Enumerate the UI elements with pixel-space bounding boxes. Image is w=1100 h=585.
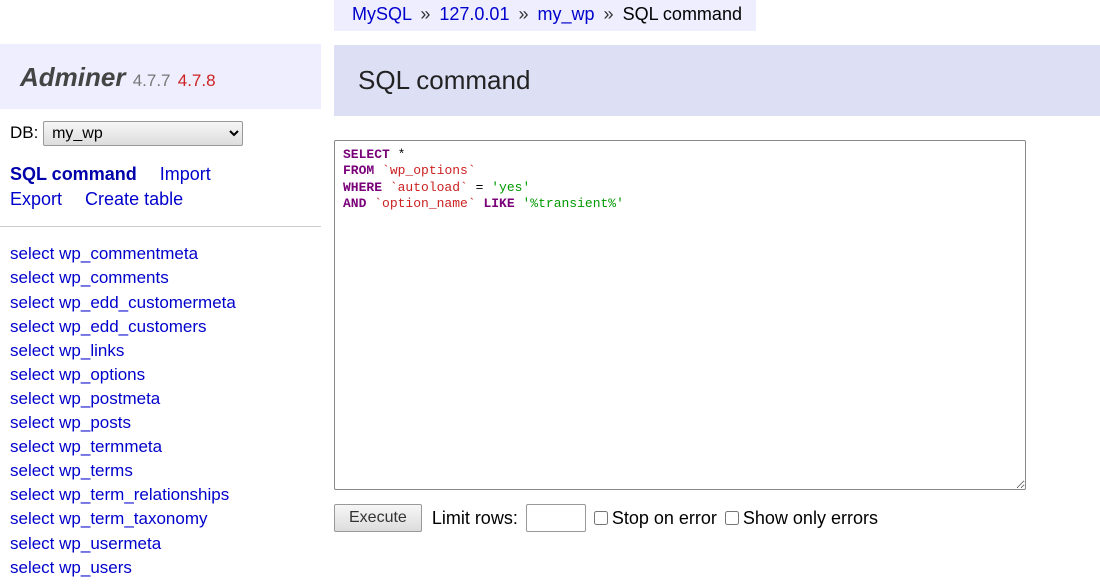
table-link[interactable]: select wp_term_relationships <box>10 484 311 506</box>
limit-rows-label: Limit rows: <box>432 508 518 529</box>
table-link[interactable]: select wp_links <box>10 340 311 362</box>
stop-on-error-text: Stop on error <box>612 508 717 529</box>
db-select[interactable]: my_wp <box>43 121 243 146</box>
page-title-wrap: SQL command <box>334 45 1100 116</box>
brand-header: Adminer 4.7.7 4.7.8 <box>0 44 321 109</box>
brand-version-current: 4.7.7 <box>133 71 171 90</box>
stop-on-error-label[interactable]: Stop on error <box>594 508 717 529</box>
table-link[interactable]: select wp_commentmeta <box>10 243 311 265</box>
show-only-errors-checkbox[interactable] <box>725 511 739 525</box>
brand-version-latest: 4.7.8 <box>178 71 216 90</box>
breadcrumb-sep: » <box>416 4 434 24</box>
controls-row: Execute Limit rows: Stop on error Show o… <box>334 504 1100 532</box>
table-link[interactable]: select wp_comments <box>10 267 311 289</box>
page-title: SQL command <box>358 65 1076 96</box>
execute-button[interactable]: Execute <box>334 504 422 532</box>
sql-textarea[interactable]: SELECT * FROM `wp_options` WHERE `autolo… <box>334 140 1026 490</box>
breadcrumb-host[interactable]: 127.0.01 <box>439 4 509 24</box>
table-list: select wp_commentmetaselect wp_commentss… <box>0 227 321 584</box>
link-import[interactable]: Import <box>160 162 211 187</box>
table-link[interactable]: select wp_term_taxonomy <box>10 508 311 530</box>
link-create-table[interactable]: Create table <box>85 187 183 212</box>
breadcrumb-page: SQL command <box>623 4 742 24</box>
table-link[interactable]: select wp_users <box>10 557 311 579</box>
table-link[interactable]: select wp_posts <box>10 412 311 434</box>
table-link[interactable]: select wp_usermeta <box>10 533 311 555</box>
main: MySQL » 127.0.01 » my_wp » SQL command S… <box>321 0 1100 573</box>
action-links: SQL command Import Export Create table <box>0 158 321 227</box>
db-label: DB: <box>10 123 38 142</box>
breadcrumb-engine[interactable]: MySQL <box>352 4 411 24</box>
breadcrumb-db[interactable]: my_wp <box>538 4 595 24</box>
breadcrumb-sep: » <box>600 4 618 24</box>
link-sql-command[interactable]: SQL command <box>10 162 137 187</box>
table-link[interactable]: select wp_postmeta <box>10 388 311 410</box>
stop-on-error-checkbox[interactable] <box>594 511 608 525</box>
brand-version-latest-link[interactable]: 4.7.8 <box>178 62 216 92</box>
table-link[interactable]: select wp_edd_customermeta <box>10 292 311 314</box>
show-only-errors-label[interactable]: Show only errors <box>725 508 878 529</box>
table-link[interactable]: select wp_terms <box>10 460 311 482</box>
link-export[interactable]: Export <box>10 187 62 212</box>
limit-rows-input[interactable] <box>526 504 586 532</box>
show-only-errors-text: Show only errors <box>743 508 878 529</box>
table-link[interactable]: select wp_edd_customers <box>10 316 311 338</box>
table-link[interactable]: select wp_termmeta <box>10 436 311 458</box>
brand-name: Adminer <box>20 62 125 92</box>
table-link[interactable]: select wp_options <box>10 364 311 386</box>
breadcrumb-sep: » <box>514 4 532 24</box>
sql-area: SELECT * FROM `wp_options` WHERE `autolo… <box>334 140 1100 490</box>
brand-link[interactable]: Adminer <box>20 62 125 92</box>
sidebar: Adminer 4.7.7 4.7.8 DB: my_wp SQL comman… <box>0 0 321 573</box>
breadcrumb: MySQL » 127.0.01 » my_wp » SQL command <box>334 0 756 31</box>
db-selector-row: DB: my_wp <box>0 109 321 158</box>
